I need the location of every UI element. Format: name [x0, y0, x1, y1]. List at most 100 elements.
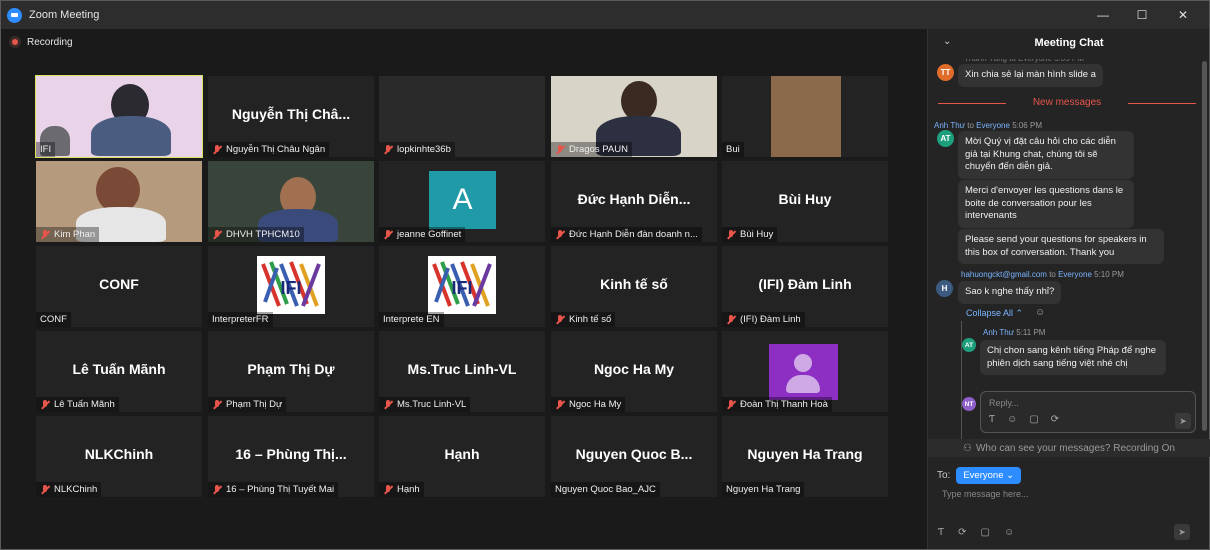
participant-tile[interactable]: Lê Tuấn Mãnh Lê Tuấn Mãnh	[36, 331, 202, 412]
close-button[interactable]: ✕	[1163, 1, 1203, 29]
mic-muted-icon	[555, 229, 565, 240]
format-icon[interactable]: Ƭ	[938, 527, 944, 538]
participant-tile[interactable]: Đức Hạnh Diễn... Đức Hạnh Diễn đàn doanh …	[551, 161, 717, 242]
participant-label: Ngoc Ha My	[551, 397, 626, 412]
add-reaction-icon[interactable]: ☺	[1035, 307, 1045, 318]
participant-tile[interactable]: CONF CONF	[36, 246, 202, 327]
participant-tile[interactable]: 16 – Phùng Thị... 16 – Phùng Thị Tuyết Ma…	[208, 416, 374, 497]
recording-indicator[interactable]: Recording	[9, 36, 73, 48]
participant-tile[interactable]: Bui	[722, 76, 888, 157]
chat-message: Xin chia sẻ lại màn hình slide a	[958, 64, 1103, 87]
participant-name: Nguyen Ha Trang	[726, 484, 801, 495]
participant-name: (IFI) Đàm Linh	[740, 314, 801, 325]
sender-name: hahuongckt@gmail.com	[961, 270, 1047, 279]
participant-label: Đức Hạnh Diễn đàn doanh n...	[551, 227, 702, 242]
mic-muted-icon	[212, 484, 222, 495]
participant-tile[interactable]: Phạm Thị Dự Phạm Thị Dự	[208, 331, 374, 412]
participant-tile[interactable]: Ngoc Ha My Ngoc Ha My	[551, 331, 717, 412]
participant-display-name: Hạnh	[444, 446, 480, 462]
participant-tile[interactable]: Kinh tế số Kinh tế số	[551, 246, 717, 327]
participant-display-name: Kinh tế số	[600, 276, 668, 292]
participant-tile[interactable]: Ms.Truc Linh-VL Ms.Truc Linh-VL	[379, 331, 545, 412]
participant-tile[interactable]: Nguyen Quoc B... Nguyen Quoc Bao_AJC	[551, 416, 717, 497]
participant-tile[interactable]: lopkinhte36b	[379, 76, 545, 157]
participant-tile[interactable]: Nguyen Ha Trang Nguyen Ha Trang	[722, 416, 888, 497]
avatar-at-reply: AT	[962, 338, 976, 352]
send-icon[interactable]: ➤	[1174, 524, 1190, 540]
participant-name: Dragos PAUN	[569, 144, 628, 155]
who-can-see[interactable]: ⚇ Who can see your messages? Recording O…	[928, 439, 1210, 457]
mic-muted-icon	[726, 399, 736, 410]
participant-display-name: Ngoc Ha My	[593, 361, 675, 377]
participant-label: Kinh tế số	[551, 312, 616, 327]
emoji-icon[interactable]: ☺	[1004, 527, 1014, 538]
file-icon[interactable]: ▢	[981, 527, 990, 538]
svg-text:IFI: IFI	[452, 278, 473, 298]
screenshot-icon[interactable]: ⟳	[958, 527, 966, 538]
mic-muted-icon	[212, 229, 222, 240]
participant-tile[interactable]: DHVH TPHCM10	[208, 161, 374, 242]
participant-tile[interactable]: Hạnh Hạnh	[379, 416, 545, 497]
video-figure	[771, 76, 841, 157]
emoji-icon[interactable]: ☺	[1007, 414, 1017, 425]
participant-label: IFI	[36, 142, 56, 157]
mic-muted-icon	[726, 314, 736, 325]
video-stage: Recording IFI Nguyễn Thị Châ... Nguyễn Thị…	[1, 29, 927, 549]
recipient-row: To: Everyone ⌄	[937, 467, 1022, 484]
participant-name: DHVH TPHCM10	[226, 229, 300, 240]
participant-name: Kim Phan	[54, 229, 96, 240]
screenshot-icon[interactable]: ⟳	[1051, 414, 1059, 425]
participant-label: Kim Phan	[36, 227, 100, 242]
participant-name: Hạnh	[397, 484, 420, 495]
participant-tile[interactable]: Bùi Huy Bùi Huy	[722, 161, 888, 242]
participant-name: Đức Hạnh Diễn đàn doanh n...	[569, 229, 698, 240]
participant-name: InterpreterFR	[212, 314, 269, 325]
participant-tile[interactable]: Nguyễn Thị Châ... Nguyễn Thị Châu Ngân	[208, 76, 374, 157]
reply-placeholder: Reply...	[989, 398, 1019, 408]
participant-tile[interactable]: Kim Phan	[36, 161, 202, 242]
recording-icon	[9, 36, 21, 48]
reply-toolbar: Ƭ ☺ ▢ ⟳	[989, 414, 1059, 425]
participant-tile[interactable]: Dragos PAUN	[551, 76, 717, 157]
avatar-nt: NT	[962, 397, 976, 411]
chat-title: Meeting Chat	[1034, 37, 1104, 49]
participant-tile[interactable]: Ajeanne Goffinet	[379, 161, 545, 242]
participant-label: lopkinhte36b	[379, 142, 455, 157]
participant-name: Kinh tế số	[569, 314, 612, 325]
maximize-button[interactable]: ☐	[1122, 1, 1162, 29]
sender-name: Anh Thư	[983, 328, 1015, 337]
reply-send-icon[interactable]: ➤	[1175, 413, 1191, 429]
participant-name: Phạm Thị Dự	[226, 399, 283, 410]
reply-input[interactable]: Reply... Ƭ ☺ ▢ ⟳ ➤	[980, 391, 1196, 433]
participant-tile[interactable]: IFI InterpreterFR	[208, 246, 374, 327]
file-icon[interactable]: ▢	[1029, 414, 1038, 425]
participant-label: (IFI) Đàm Linh	[722, 312, 805, 327]
participant-display-name: Nguyen Quoc B...	[575, 446, 693, 462]
minimize-button[interactable]: —	[1083, 1, 1123, 29]
collapse-all-button[interactable]: Collapse All ⌃	[966, 308, 1023, 319]
participant-name: Nguyen Quoc Bao_AJC	[555, 484, 656, 495]
to-word: to	[967, 121, 974, 130]
collapse-chat-icon[interactable]: ⌄	[943, 36, 951, 47]
participant-display-name: Nguyen Ha Trang	[747, 446, 863, 462]
participant-tile[interactable]: Đoàn Thị Thanh Hoà	[722, 331, 888, 412]
chat-scrollbar[interactable]	[1202, 61, 1207, 431]
participant-label: Dragos PAUN	[551, 142, 632, 157]
chat-panel: ⌄ Meeting Chat Thanh Tùng to Everyone 5:…	[927, 29, 1210, 549]
ifi-logo-icon: IFI	[257, 256, 325, 314]
format-icon[interactable]: Ƭ	[989, 414, 995, 425]
people-icon: ⚇	[963, 442, 972, 454]
mic-muted-icon	[212, 144, 222, 155]
participant-display-name: CONF	[99, 276, 139, 292]
chat-message: Please send your questions for speakers …	[958, 229, 1164, 264]
participant-tile[interactable]: IFI Interprete EN	[379, 246, 545, 327]
participant-tile[interactable]: NLKChinh NLKChinh	[36, 416, 202, 497]
message-input[interactable]: Type message here...	[942, 489, 1029, 499]
participant-tile[interactable]: IFI	[35, 75, 203, 158]
message-meta: hahuongckt@gmail.com to Everyone 5:10 PM	[961, 270, 1124, 279]
recipient-dropdown[interactable]: Everyone ⌄	[956, 467, 1022, 484]
participant-name: Ngoc Ha My	[569, 399, 622, 410]
chat-header: ⌄ Meeting Chat	[928, 29, 1210, 57]
zoom-window: Zoom Meeting — ☐ ✕ Recording IFI Nguyễn T…	[0, 0, 1210, 550]
participant-tile[interactable]: (IFI) Đàm Linh (IFI) Đàm Linh	[722, 246, 888, 327]
